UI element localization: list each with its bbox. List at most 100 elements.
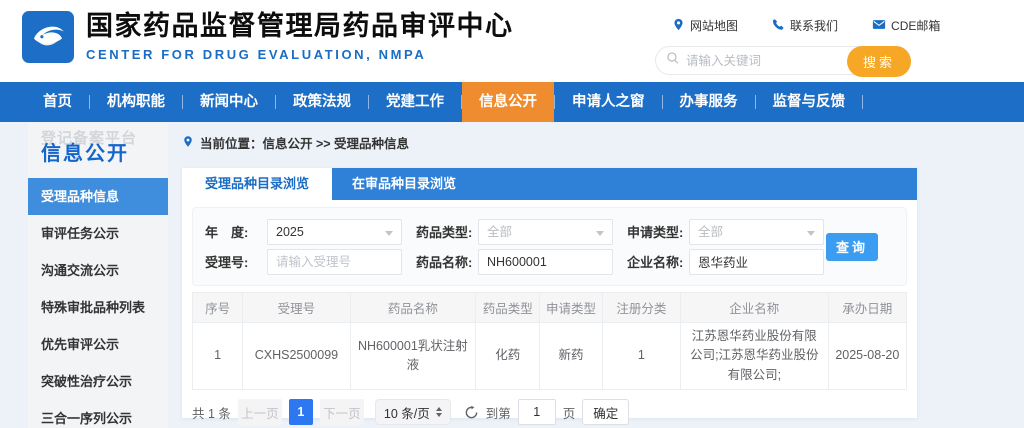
cell-registration-class: 1 (601, 321, 682, 391)
cell-index: 1 (191, 321, 244, 391)
contact-link[interactable]: 联系我们 (772, 17, 838, 34)
search-icon (666, 51, 680, 70)
nav-item-home[interactable]: 首页 (26, 82, 89, 122)
main-panel: 当前位置：信息公开 >> 受理品种信息 受理品种目录浏览 在审品种目录浏览 年 … (182, 122, 917, 428)
query-button[interactable]: 查询 (826, 232, 878, 261)
cell-application-type: 新药 (539, 321, 603, 391)
col-header-acceptance-date: 承办日期 (827, 292, 908, 323)
nav-item-functions[interactable]: 机构职能 (90, 82, 182, 122)
main-nav: 首页 机构职能 新闻中心 政策法规 党建工作 信息公开 申请人之窗 办事服务 监… (0, 82, 1024, 122)
results-table: 序号 受理号 药品名称 药品类型 申请类型 注册分类 企业名称 承办日期 1 C… (191, 292, 908, 391)
col-header-acceptance-number: 受理号 (242, 292, 351, 323)
sidebar-item-priority-review[interactable]: 优先审评公示 (28, 326, 168, 363)
goto-prefix-label: 到第 (485, 406, 511, 421)
field-application-type: 申请类型: 全部 (627, 218, 824, 245)
field-company-name: 企业名称: (627, 248, 824, 275)
application-type-select-value: 全部 (698, 224, 724, 239)
results-table-wrap: 序号 受理号 药品名称 药品类型 申请类型 注册分类 企业名称 承办日期 1 C… (191, 292, 908, 391)
year-label: 年 度: (205, 225, 249, 240)
sidebar-item-special-approval[interactable]: 特殊审批品种列表 (28, 289, 168, 326)
acceptance-number-input[interactable] (267, 248, 402, 275)
search-form: 年 度: 2025 药品类型: 全部 申请类型: 全部 受理号: 请输入受理号 … (192, 207, 907, 286)
table-row: 1 CXHS2500099 NH600001乳状注射液 化药 新药 1 江苏恩华… (191, 321, 908, 391)
nav-separator (862, 95, 863, 109)
prev-page-button[interactable]: 上一页 (237, 399, 282, 426)
application-type-select[interactable]: 全部 (689, 218, 824, 245)
sidebar-head: 登记备案平台 信息公开 (28, 122, 168, 178)
sidebar-item-communication[interactable]: 沟通交流公示 (28, 252, 168, 289)
drug-type-select-value: 全部 (487, 224, 513, 239)
col-header-drug-name: 药品名称 (349, 292, 477, 323)
table-header-row: 序号 受理号 药品名称 药品类型 申请类型 注册分类 企业名称 承办日期 (191, 292, 908, 323)
breadcrumb-text: 当前位置：信息公开 >> 受理品种信息 (200, 137, 410, 151)
nav-item-policies[interactable]: 政策法规 (276, 82, 368, 122)
page: 国家药品监督管理局药品审评中心 CENTER FOR DRUG EVALUATI… (0, 0, 1024, 428)
nav-item-services[interactable]: 办事服务 (663, 82, 755, 122)
chevron-down-icon (385, 230, 393, 236)
drug-type-select[interactable]: 全部 (478, 218, 613, 245)
company-name-input[interactable] (689, 248, 824, 275)
sidebar-item-three-in-one[interactable]: 三合一序列公示 (28, 400, 168, 428)
contact-link-label: 联系我们 (790, 19, 839, 33)
cell-acceptance-number: CXHS2500099 (242, 321, 351, 391)
sidebar-title: 信息公开 (41, 143, 129, 165)
sidebar-item-review-tasks[interactable]: 审评任务公示 (28, 215, 168, 252)
site-title-block: 国家药品监督管理局药品审评中心 CENTER FOR DRUG EVALUATI… (86, 10, 514, 62)
goto-page-input[interactable] (517, 399, 556, 426)
location-pin-icon (672, 18, 685, 34)
breadcrumb-pin-icon (182, 135, 194, 151)
tab-accepted-catalog[interactable]: 受理品种目录浏览 (182, 168, 332, 200)
pagination-total: 共 1 条 (192, 406, 231, 421)
field-year: 年 度: 2025 (205, 218, 402, 245)
sidebar-item-breakthrough-therapy[interactable]: 突破性治疗公示 (28, 363, 168, 400)
mailbox-link[interactable]: CDE邮箱 (872, 17, 940, 34)
confirm-button[interactable]: 确定 (582, 399, 630, 426)
tab-under-review-catalog[interactable]: 在审品种目录浏览 (332, 168, 476, 200)
field-drug-type: 药品类型: 全部 (416, 218, 613, 245)
page-1-button[interactable]: 1 (288, 399, 313, 426)
acceptance-number-label: 受理号: (205, 255, 249, 270)
nav-item-news[interactable]: 新闻中心 (183, 82, 275, 122)
select-updown-icon (435, 407, 442, 418)
site-header: 国家药品监督管理局药品审评中心 CENTER FOR DRUG EVALUATI… (0, 0, 1024, 82)
breadcrumb: 当前位置：信息公开 >> 受理品种信息 (182, 133, 917, 152)
drug-name-label: 药品名称: (416, 255, 473, 270)
col-header-drug-type: 药品类型 (475, 292, 541, 323)
year-select[interactable]: 2025 (267, 218, 402, 245)
col-header-index: 序号 (191, 292, 244, 323)
nav-item-supervision[interactable]: 监督与反馈 (756, 82, 863, 122)
field-acceptance-number: 受理号: (205, 248, 402, 275)
cde-logo-icon (27, 14, 69, 61)
col-header-application-type: 申请类型 (539, 292, 603, 323)
field-drug-name: 药品名称: (416, 248, 613, 275)
search-button[interactable]: 搜索 (847, 46, 911, 77)
col-header-registration-class: 注册分类 (601, 292, 682, 323)
content-area: 登记备案平台 信息公开 受理品种信息 审评任务公示 沟通交流公示 特殊审批品种列… (0, 122, 1024, 428)
quick-links: 网站地图 联系我们 CDE邮箱 (672, 17, 940, 34)
form-row-1: 年 度: 2025 药品类型: 全部 申请类型: 全部 (205, 218, 824, 245)
nav-item-party[interactable]: 党建工作 (369, 82, 461, 122)
nav-item-info-disclosure[interactable]: 信息公开 (462, 82, 554, 122)
goto-suffix-label: 页 (562, 406, 576, 421)
sitemap-link-label: 网站地图 (690, 19, 739, 33)
next-page-button[interactable]: 下一页 (319, 399, 364, 426)
sidebar-item-accepted-varieties[interactable]: 受理品种信息 (28, 178, 168, 215)
page-size-select[interactable]: 10 条/页 (374, 399, 451, 426)
content-card: 受理品种目录浏览 在审品种目录浏览 年 度: 2025 药品类型: 全部 申请类… (182, 168, 917, 426)
refresh-icon[interactable] (464, 405, 479, 420)
nav-item-applicant-window[interactable]: 申请人之窗 (555, 82, 662, 122)
form-row-2: 受理号: 药品名称: 企业名称: (205, 248, 824, 275)
cell-acceptance-date: 2025-08-20 (827, 321, 908, 391)
page-size-value: 10 条/页 (383, 406, 430, 421)
application-type-label: 申请类型: (627, 225, 684, 240)
phone-icon (772, 18, 785, 34)
year-select-value: 2025 (276, 224, 304, 239)
cell-company-name: 江苏恩华药业股份有限公司;江苏恩华药业股份有限公司; (680, 321, 829, 391)
chevron-down-icon (596, 230, 604, 236)
site-subtitle: CENTER FOR DRUG EVALUATION, NMPA (86, 47, 427, 63)
site-title: 国家药品监督管理局药品审评中心 (86, 11, 514, 41)
sitemap-link[interactable]: 网站地图 (672, 17, 738, 34)
sidebar: 登记备案平台 信息公开 受理品种信息 审评任务公示 沟通交流公示 特殊审批品种列… (28, 122, 168, 428)
drug-name-input[interactable] (478, 248, 613, 275)
site-search-bar: 搜索 (655, 46, 911, 77)
